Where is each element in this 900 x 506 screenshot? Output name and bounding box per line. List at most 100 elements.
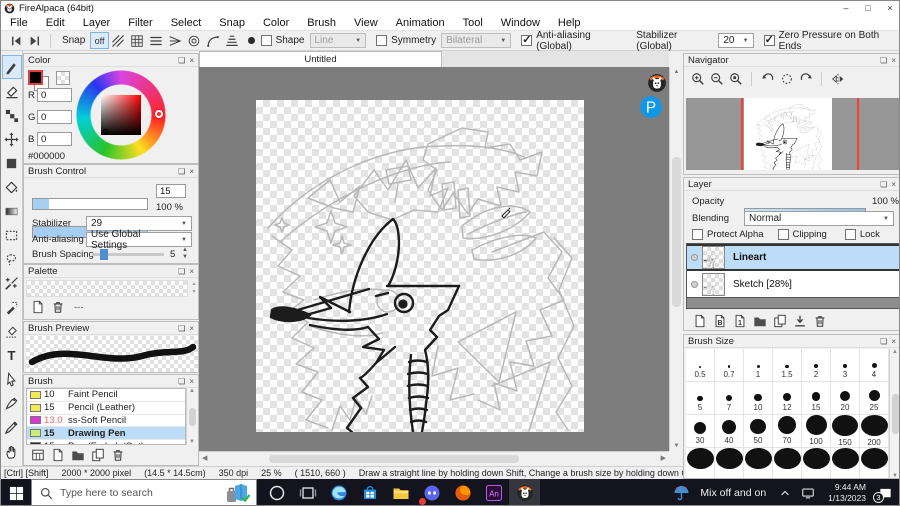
- close-panel-icon[interactable]: ×: [189, 56, 194, 65]
- brush-size-option-2[interactable]: 2: [802, 349, 831, 382]
- transparent-color-swatch[interactable]: [56, 71, 70, 85]
- float-panel-icon[interactable]: ❏: [178, 56, 185, 65]
- flip-horizontal-button[interactable]: [828, 70, 847, 87]
- tray-expand-icon[interactable]: [779, 487, 791, 499]
- canvas-workspace[interactable]: P: [199, 67, 669, 451]
- add-1bit-layer-button[interactable]: 1: [730, 313, 750, 329]
- brush-list-scrollbar[interactable]: ▲ ▼: [186, 388, 197, 445]
- close-panel-icon[interactable]: ×: [891, 337, 896, 346]
- brush-item-pencil-leather-[interactable]: 15 Pencil (Leather): [27, 401, 185, 415]
- lock-checkbox[interactable]: [844, 229, 856, 240]
- taskbar-app-store[interactable]: [354, 479, 385, 505]
- snap-parallel-button[interactable]: [109, 32, 128, 49]
- zero-pressure-checkbox[interactable]: [763, 33, 775, 46]
- shape-checkbox[interactable]: [260, 35, 272, 46]
- float-panel-icon[interactable]: ❏: [178, 377, 185, 386]
- canvas-document[interactable]: [256, 100, 584, 432]
- brush-size-option-5[interactable]: 5: [686, 382, 715, 415]
- menu-brush[interactable]: Brush: [298, 17, 345, 29]
- brush-library-button[interactable]: [28, 447, 48, 463]
- snap-horizontal-button[interactable]: [147, 32, 166, 49]
- add-layer-button[interactable]: [690, 313, 710, 329]
- primary-color-swatch[interactable]: [28, 70, 43, 85]
- brush-size-value[interactable]: 15: [156, 184, 186, 198]
- menu-select[interactable]: Select: [162, 17, 211, 29]
- menu-tool[interactable]: Tool: [454, 17, 492, 29]
- minimize-button[interactable]: –: [835, 3, 857, 13]
- brush-size-option-4[interactable]: 4: [860, 349, 889, 382]
- brush-size-option[interactable]: [715, 448, 744, 478]
- float-panel-icon[interactable]: ❏: [178, 267, 185, 276]
- zoom-reset-button[interactable]: [726, 70, 745, 87]
- brush-size-option[interactable]: [831, 448, 860, 478]
- brush-size-option-30[interactable]: 30: [686, 415, 715, 448]
- brush-size-scrollbar[interactable]: ▲ ▼: [889, 349, 899, 478]
- hand-tool[interactable]: [2, 439, 22, 463]
- brush-size-option-70[interactable]: 70: [773, 415, 802, 448]
- clipping-checkbox[interactable]: [777, 229, 789, 240]
- zoom-out-button[interactable]: [707, 70, 726, 87]
- taskbar-app-explorer[interactable]: [385, 479, 416, 505]
- hue-marker[interactable]: [155, 110, 163, 118]
- snap-vanishing-button[interactable]: [166, 32, 185, 49]
- merge-down-button[interactable]: [790, 313, 810, 329]
- shape-select[interactable]: Line ▼: [309, 33, 367, 48]
- menu-animation[interactable]: Animation: [387, 17, 454, 29]
- eraser-tool[interactable]: [2, 79, 22, 103]
- snap-perspective-button[interactable]: [223, 32, 242, 49]
- brush-size-option-40[interactable]: 40: [715, 415, 744, 448]
- palette-swatches[interactable]: [26, 280, 188, 297]
- canvas-horizontal-scrollbar[interactable]: ◀ ▶: [199, 451, 669, 464]
- scrollbar-thumb[interactable]: [672, 157, 681, 307]
- rotate-left-button[interactable]: [758, 70, 777, 87]
- close-panel-icon[interactable]: ×: [189, 377, 194, 386]
- antialiasing-select[interactable]: Use Global Settings ▼: [86, 229, 192, 251]
- brush-size-slider[interactable]: [32, 198, 148, 210]
- select-rect-tool[interactable]: [2, 223, 22, 247]
- close-panel-icon[interactable]: ×: [891, 56, 896, 65]
- menu-edit[interactable]: Edit: [37, 17, 74, 29]
- brush-size-option-10[interactable]: 10: [744, 382, 773, 415]
- zoom-in-button[interactable]: [688, 70, 707, 87]
- undo-button[interactable]: [7, 32, 25, 49]
- brush-item-faint-pencil[interactable]: 10 Faint Pencil: [27, 389, 185, 402]
- float-panel-icon[interactable]: ❏: [880, 180, 887, 189]
- weather-umbrella-icon[interactable]: [673, 485, 690, 502]
- brush-size-option-50[interactable]: 50: [744, 415, 773, 448]
- protect-alpha-checkbox[interactable]: [692, 229, 703, 240]
- search-highlight-icon[interactable]: [226, 483, 252, 505]
- taskbar-app-edge[interactable]: [323, 479, 354, 505]
- layer-visibility-toggle[interactable]: [691, 280, 698, 288]
- brush-size-option-1.5[interactable]: 1.5: [773, 349, 802, 382]
- brush-spacing-stepper[interactable]: ▲ ▼: [182, 247, 188, 260]
- scrollbar-thumb[interactable]: [269, 455, 519, 463]
- duplicate-brush-button[interactable]: [88, 447, 108, 463]
- redo-button[interactable]: [25, 32, 43, 49]
- brush-size-option[interactable]: [744, 448, 773, 478]
- bucket-tool[interactable]: [2, 175, 22, 199]
- taskbar-app-firealpaca[interactable]: [509, 479, 540, 505]
- layer-visibility-toggle[interactable]: [691, 254, 698, 261]
- close-panel-icon[interactable]: ×: [189, 324, 194, 333]
- brush-size-option-200[interactable]: 200: [860, 415, 889, 448]
- brush-item-pen-fade-in-out-[interactable]: 15 Pen (Fade In/Out): [27, 440, 185, 444]
- maximize-button[interactable]: □: [857, 3, 879, 13]
- brush-size-option-0.7[interactable]: 0.7: [715, 349, 744, 382]
- float-panel-icon[interactable]: ❏: [178, 324, 185, 333]
- delete-layer-button[interactable]: [810, 313, 830, 329]
- taskbar-app-discord[interactable]: [416, 479, 447, 505]
- pointer-tool[interactable]: [2, 367, 22, 391]
- menu-help[interactable]: Help: [549, 17, 590, 29]
- menu-file[interactable]: File: [1, 17, 37, 29]
- select-pen-tool[interactable]: [2, 295, 22, 319]
- brush-size-option-25[interactable]: 25: [860, 382, 889, 415]
- rotate-reset-button[interactable]: [777, 70, 796, 87]
- navigator-thumbnail[interactable]: [686, 98, 899, 170]
- rotate-right-button[interactable]: [796, 70, 815, 87]
- symmetry-checkbox[interactable]: [376, 35, 388, 46]
- brush-size-option[interactable]: [686, 448, 715, 478]
- taskbar-app-task-view[interactable]: [292, 479, 323, 505]
- smudge-tool[interactable]: [2, 103, 22, 127]
- document-tab[interactable]: Untitled: [199, 51, 442, 67]
- close-button[interactable]: ×: [879, 3, 899, 13]
